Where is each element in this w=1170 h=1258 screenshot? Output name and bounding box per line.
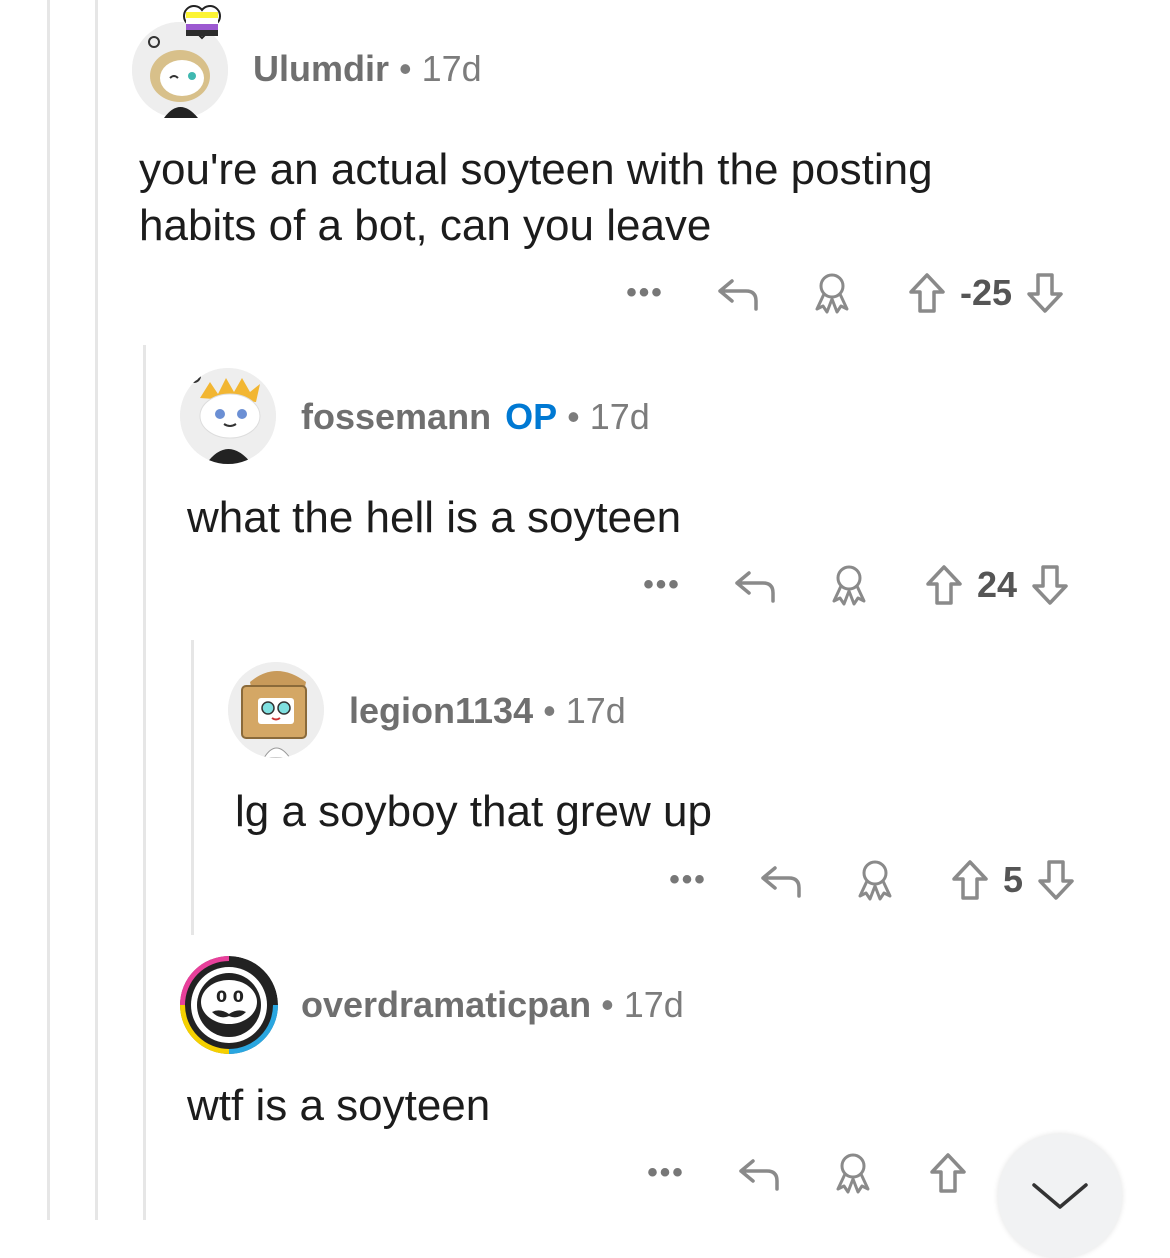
comment-body: lg a soyboy that grew up: [235, 784, 1135, 840]
award-icon[interactable]: [851, 858, 899, 902]
username[interactable]: overdramaticpan: [301, 984, 591, 1025]
comment-age: 17d: [623, 984, 684, 1025]
svg-text:0 0: 0 0: [216, 987, 244, 1006]
comment-line: lg a soyboy that grew up: [235, 787, 712, 836]
comment-body: what the hell is a soyteen: [187, 490, 1137, 546]
separator: •: [543, 690, 556, 731]
avatar-icon: [228, 662, 324, 758]
separator: •: [399, 48, 412, 89]
thread-line: [95, 0, 98, 1220]
separator: •: [567, 396, 580, 437]
thread-line: [191, 640, 194, 935]
comment-actions: ••• -25: [620, 263, 1068, 323]
more-options-icon[interactable]: •••: [637, 568, 687, 602]
thread-line: [47, 0, 50, 1220]
reply-icon[interactable]: [714, 273, 762, 313]
user-avatar[interactable]: 0 0: [180, 956, 278, 1054]
award-icon[interactable]: [808, 271, 856, 315]
avatar-icon: 0 0: [180, 956, 278, 1054]
downvote-icon[interactable]: [1027, 564, 1073, 606]
upvote-icon[interactable]: [921, 564, 967, 606]
award-icon[interactable]: [829, 1151, 877, 1195]
reply-icon[interactable]: [731, 565, 779, 605]
comment-age: 17d: [421, 48, 482, 89]
heart-flair-icon: [183, 5, 221, 40]
vote-score: 24: [977, 564, 1018, 605]
comment-actions: ••• 5: [663, 850, 1079, 910]
comment-meta: overdramaticpan • 17d: [301, 984, 684, 1026]
avatar-icon: [180, 368, 276, 464]
chevron-down-icon: [1032, 1183, 1088, 1209]
upvote-icon[interactable]: [904, 272, 950, 314]
user-avatar[interactable]: [180, 368, 276, 464]
downvote-icon[interactable]: [1022, 272, 1068, 314]
downvote-icon[interactable]: [1033, 859, 1079, 901]
username[interactable]: fossemann: [301, 396, 491, 437]
comment-meta: Ulumdir • 17d: [253, 48, 482, 90]
comment-line: habits of a bot, can you leave: [139, 201, 712, 250]
comment-line: wtf is a soyteen: [187, 1081, 491, 1130]
vote-score: -25: [960, 272, 1013, 313]
username[interactable]: legion1134: [349, 690, 533, 731]
comment-age: 17d: [589, 396, 650, 437]
reply-icon[interactable]: [757, 860, 805, 900]
vote-score: 5: [1003, 859, 1024, 900]
comment-actions: ••• 24: [637, 555, 1073, 615]
upvote-icon[interactable]: [925, 1152, 971, 1194]
comment-meta: fossemann OP • 17d: [301, 396, 650, 438]
user-avatar[interactable]: [228, 662, 324, 758]
op-badge: OP: [505, 396, 558, 437]
reply-icon[interactable]: [735, 1153, 783, 1193]
separator: •: [601, 984, 614, 1025]
comment-body: you're an actual soyteen with the postin…: [139, 142, 1139, 254]
user-avatar[interactable]: [132, 5, 228, 118]
comment-age: 17d: [565, 690, 626, 731]
upvote-icon[interactable]: [947, 859, 993, 901]
comment-body: wtf is a soyteen: [187, 1078, 1087, 1134]
thread-line: [143, 345, 146, 1220]
more-options-icon[interactable]: •••: [620, 276, 670, 310]
comment-actions: •••: [641, 1143, 971, 1203]
more-options-icon[interactable]: •••: [641, 1156, 691, 1190]
comment-line: what the hell is a soyteen: [187, 493, 682, 542]
username[interactable]: Ulumdir: [253, 48, 389, 89]
award-icon[interactable]: [825, 563, 873, 607]
more-options-icon[interactable]: •••: [663, 863, 713, 897]
scroll-next-button[interactable]: [998, 1134, 1122, 1258]
comment-meta: legion1134 • 17d: [349, 690, 626, 732]
comment-line: you're an actual soyteen with the postin…: [139, 145, 933, 194]
